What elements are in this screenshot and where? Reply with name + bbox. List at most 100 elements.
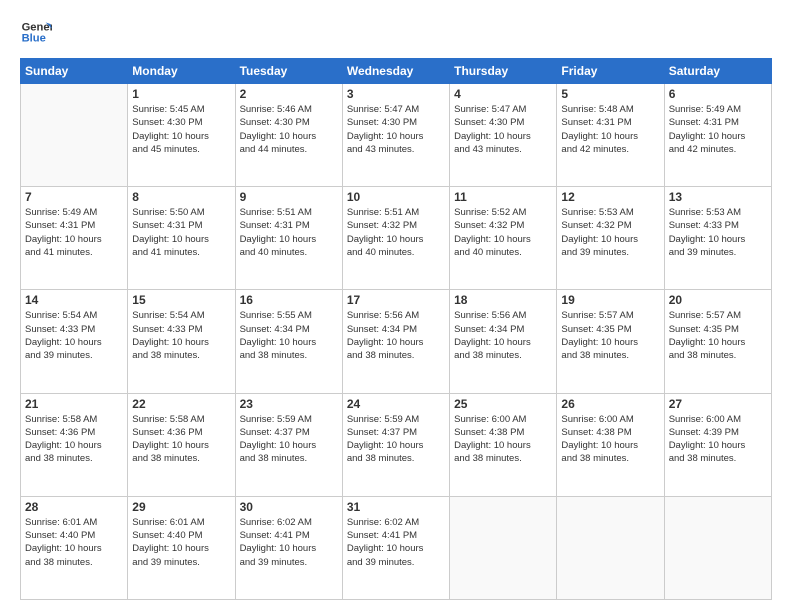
- day-cell: [450, 496, 557, 599]
- day-number: 14: [25, 293, 123, 307]
- day-cell: 14 Sunrise: 5:54 AMSunset: 4:33 PMDayligh…: [21, 290, 128, 393]
- day-cell: 19Sunrise: 5:57 AMSunset: 4:35 PMDayligh…: [557, 290, 664, 393]
- logo: General Blue: [20, 16, 56, 48]
- day-number: 19: [561, 293, 659, 307]
- day-number: 3: [347, 87, 445, 101]
- day-info: Sunrise: 5:50 AMSunset: 4:31 PMDaylight:…: [132, 206, 230, 259]
- day-cell: 24Sunrise: 5:59 AMSunset: 4:37 PMDayligh…: [342, 393, 449, 496]
- day-cell: 22Sunrise: 5:58 AMSunset: 4:36 PMDayligh…: [128, 393, 235, 496]
- day-cell: 13 Sunrise: 5:53 AMSunset: 4:33 PMDayligh…: [664, 187, 771, 290]
- day-number: 16: [240, 293, 338, 307]
- day-info: Sunrise: 5:53 AMSunset: 4:33 PMDaylight:…: [669, 206, 767, 259]
- day-cell: 3Sunrise: 5:47 AMSunset: 4:30 PMDaylight…: [342, 84, 449, 187]
- day-cell: 5 Sunrise: 5:48 AMSunset: 4:31 PMDaylight…: [557, 84, 664, 187]
- day-info: Sunrise: 5:47 AMSunset: 4:30 PMDaylight:…: [454, 103, 552, 156]
- day-info: Sunrise: 5:56 AMSunset: 4:34 PMDaylight:…: [454, 309, 552, 362]
- day-cell: 28 Sunrise: 6:01 AMSunset: 4:40 PMDayligh…: [21, 496, 128, 599]
- day-info: Sunrise: 5:54 AMSunset: 4:33 PMDaylight:…: [132, 309, 230, 362]
- day-info: Sunrise: 5:56 AMSunset: 4:34 PMDaylight:…: [347, 309, 445, 362]
- day-info: Sunrise: 6:00 AMSunset: 4:39 PMDaylight:…: [669, 413, 767, 466]
- day-info: Sunrise: 5:57 AMSunset: 4:35 PMDaylight:…: [669, 309, 767, 362]
- day-cell: [557, 496, 664, 599]
- col-header-thursday: Thursday: [450, 59, 557, 84]
- day-info: Sunrise: 5:48 AMSunset: 4:31 PMDaylight:…: [561, 103, 659, 156]
- day-cell: 29 Sunrise: 6:01 AMSunset: 4:40 PMDayligh…: [128, 496, 235, 599]
- day-number: 28: [25, 500, 123, 514]
- day-cell: 10 Sunrise: 5:51 AMSunset: 4:32 PMDayligh…: [342, 187, 449, 290]
- day-info: Sunrise: 5:52 AMSunset: 4:32 PMDaylight:…: [454, 206, 552, 259]
- day-cell: [21, 84, 128, 187]
- day-number: 27: [669, 397, 767, 411]
- day-number: 18: [454, 293, 552, 307]
- day-number: 25: [454, 397, 552, 411]
- day-number: 11: [454, 190, 552, 204]
- day-number: 2: [240, 87, 338, 101]
- day-number: 10: [347, 190, 445, 204]
- day-info: Sunrise: 5:58 AMSunset: 4:36 PMDaylight:…: [25, 413, 123, 466]
- day-number: 1: [132, 87, 230, 101]
- day-cell: 30 Sunrise: 6:02 AMSunset: 4:41 PMDayligh…: [235, 496, 342, 599]
- day-cell: 26 Sunrise: 6:00 AMSunset: 4:38 PMDayligh…: [557, 393, 664, 496]
- day-info: Sunrise: 6:02 AMSunset: 4:41 PMDaylight:…: [240, 516, 338, 569]
- day-info: Sunrise: 5:58 AMSunset: 4:36 PMDaylight:…: [132, 413, 230, 466]
- day-info: Sunrise: 6:02 AMSunset: 4:41 PMDaylight:…: [347, 516, 445, 569]
- day-number: 9: [240, 190, 338, 204]
- page: General Blue SundayMondayTuesdayWednesda…: [0, 0, 792, 612]
- day-number: 20: [669, 293, 767, 307]
- day-info: Sunrise: 5:53 AMSunset: 4:32 PMDaylight:…: [561, 206, 659, 259]
- day-cell: 16 Sunrise: 5:55 AMSunset: 4:34 PMDayligh…: [235, 290, 342, 393]
- day-number: 13: [669, 190, 767, 204]
- day-cell: 11 Sunrise: 5:52 AMSunset: 4:32 PMDayligh…: [450, 187, 557, 290]
- col-header-wednesday: Wednesday: [342, 59, 449, 84]
- day-info: Sunrise: 5:49 AMSunset: 4:31 PMDaylight:…: [25, 206, 123, 259]
- day-cell: [664, 496, 771, 599]
- calendar-table: SundayMondayTuesdayWednesdayThursdayFrid…: [20, 58, 772, 600]
- day-number: 31: [347, 500, 445, 514]
- day-info: Sunrise: 5:46 AMSunset: 4:30 PMDaylight:…: [240, 103, 338, 156]
- day-info: Sunrise: 5:51 AMSunset: 4:31 PMDaylight:…: [240, 206, 338, 259]
- week-row-3: 21Sunrise: 5:58 AMSunset: 4:36 PMDayligh…: [21, 393, 772, 496]
- day-info: Sunrise: 5:55 AMSunset: 4:34 PMDaylight:…: [240, 309, 338, 362]
- week-row-1: 7Sunrise: 5:49 AMSunset: 4:31 PMDaylight…: [21, 187, 772, 290]
- day-cell: 25 Sunrise: 6:00 AMSunset: 4:38 PMDayligh…: [450, 393, 557, 496]
- day-cell: 18 Sunrise: 5:56 AMSunset: 4:34 PMDayligh…: [450, 290, 557, 393]
- day-cell: 23 Sunrise: 5:59 AMSunset: 4:37 PMDayligh…: [235, 393, 342, 496]
- day-cell: 4 Sunrise: 5:47 AMSunset: 4:30 PMDaylight…: [450, 84, 557, 187]
- day-cell: 31 Sunrise: 6:02 AMSunset: 4:41 PMDayligh…: [342, 496, 449, 599]
- day-number: 8: [132, 190, 230, 204]
- day-number: 6: [669, 87, 767, 101]
- day-info: Sunrise: 6:00 AMSunset: 4:38 PMDaylight:…: [454, 413, 552, 466]
- header: General Blue: [20, 16, 772, 48]
- day-cell: 9 Sunrise: 5:51 AMSunset: 4:31 PMDaylight…: [235, 187, 342, 290]
- col-header-saturday: Saturday: [664, 59, 771, 84]
- day-info: Sunrise: 5:51 AMSunset: 4:32 PMDaylight:…: [347, 206, 445, 259]
- col-header-friday: Friday: [557, 59, 664, 84]
- day-cell: 1 Sunrise: 5:45 AMSunset: 4:30 PMDaylight…: [128, 84, 235, 187]
- col-header-monday: Monday: [128, 59, 235, 84]
- day-info: Sunrise: 6:01 AMSunset: 4:40 PMDaylight:…: [132, 516, 230, 569]
- day-cell: 17Sunrise: 5:56 AMSunset: 4:34 PMDayligh…: [342, 290, 449, 393]
- calendar-header-row: SundayMondayTuesdayWednesdayThursdayFrid…: [21, 59, 772, 84]
- day-info: Sunrise: 5:45 AMSunset: 4:30 PMDaylight:…: [132, 103, 230, 156]
- day-info: Sunrise: 5:54 AMSunset: 4:33 PMDaylight:…: [25, 309, 123, 362]
- day-info: Sunrise: 6:00 AMSunset: 4:38 PMDaylight:…: [561, 413, 659, 466]
- week-row-2: 14 Sunrise: 5:54 AMSunset: 4:33 PMDayligh…: [21, 290, 772, 393]
- day-cell: 15 Sunrise: 5:54 AMSunset: 4:33 PMDayligh…: [128, 290, 235, 393]
- day-cell: 20 Sunrise: 5:57 AMSunset: 4:35 PMDayligh…: [664, 290, 771, 393]
- day-info: Sunrise: 5:49 AMSunset: 4:31 PMDaylight:…: [669, 103, 767, 156]
- day-number: 23: [240, 397, 338, 411]
- day-number: 26: [561, 397, 659, 411]
- svg-text:Blue: Blue: [22, 33, 46, 45]
- day-number: 15: [132, 293, 230, 307]
- col-header-tuesday: Tuesday: [235, 59, 342, 84]
- day-info: Sunrise: 6:01 AMSunset: 4:40 PMDaylight:…: [25, 516, 123, 569]
- day-number: 5: [561, 87, 659, 101]
- day-number: 4: [454, 87, 552, 101]
- day-number: 12: [561, 190, 659, 204]
- day-info: Sunrise: 5:59 AMSunset: 4:37 PMDaylight:…: [240, 413, 338, 466]
- day-cell: 12 Sunrise: 5:53 AMSunset: 4:32 PMDayligh…: [557, 187, 664, 290]
- week-row-0: 1 Sunrise: 5:45 AMSunset: 4:30 PMDaylight…: [21, 84, 772, 187]
- day-number: 29: [132, 500, 230, 514]
- day-cell: 2 Sunrise: 5:46 AMSunset: 4:30 PMDaylight…: [235, 84, 342, 187]
- day-number: 30: [240, 500, 338, 514]
